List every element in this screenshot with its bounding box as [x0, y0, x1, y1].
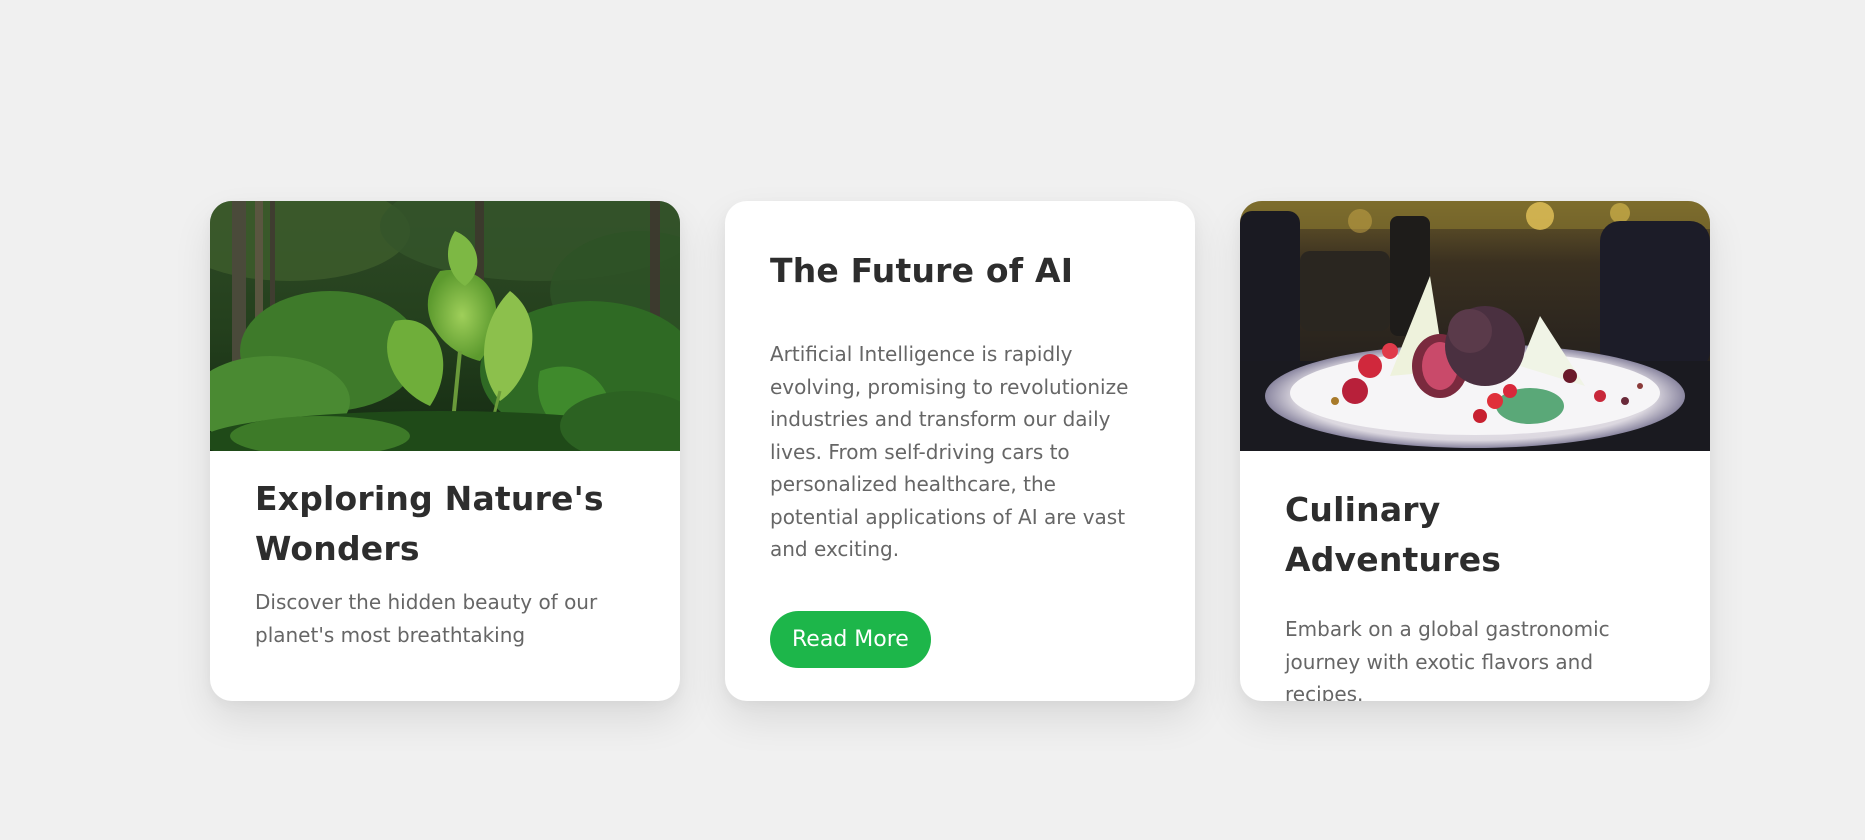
read-more-button[interactable]: Read More — [770, 610, 931, 668]
card-body: Culinary Adventures Embark on a global g… — [1240, 451, 1710, 701]
page: Exploring Nature's Wonders Discover the … — [0, 0, 1865, 840]
card-text: Embark on a global gastronomic journey w… — [1285, 617, 1610, 701]
dessert-plate-image — [1240, 201, 1710, 451]
card-title: Culinary Adventures — [1285, 490, 1502, 579]
jungle-image — [210, 201, 680, 451]
card-title: The Future of AI — [770, 251, 1074, 290]
card-culinary: Culinary Adventures Embark on a global g… — [1240, 201, 1710, 701]
card-body: The Future of AI Artificial Intelligence… — [725, 201, 1195, 668]
card-ai: The Future of AI Artificial Intelligence… — [725, 201, 1195, 701]
card-text: Artificial Intelligence is rapidly evolv… — [770, 342, 1129, 561]
card-title: Exploring Nature's Wonders — [255, 479, 604, 568]
card-nature: Exploring Nature's Wonders Discover the … — [210, 201, 680, 701]
card-body: Exploring Nature's Wonders Discover the … — [210, 451, 680, 651]
card-text: Discover the hidden beauty of our planet… — [255, 590, 598, 647]
